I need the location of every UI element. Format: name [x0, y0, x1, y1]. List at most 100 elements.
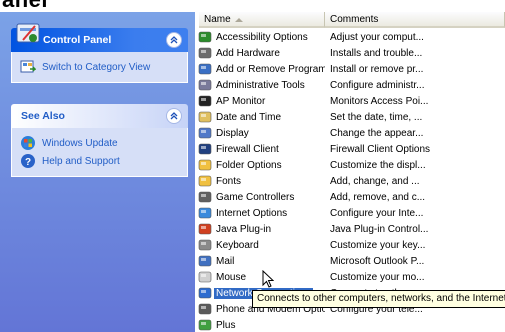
- list-item[interactable]: Mouse Customize your mo...: [195, 269, 505, 285]
- list-item[interactable]: Add Hardware Installs and trouble...: [195, 45, 505, 61]
- list-item[interactable]: Accessibility Options Adjust your comput.…: [195, 29, 505, 45]
- list-item-name: Java Plug-in: [216, 223, 272, 235]
- column-header-name[interactable]: Name: [199, 12, 325, 28]
- list-item-comment: Add, change, and ...: [330, 175, 420, 187]
- list-item-name: Fonts: [216, 175, 242, 187]
- list-item-name-cell: Administrative Tools: [195, 78, 325, 92]
- list-item-name: Internet Options: [216, 207, 288, 219]
- keyboard-icon: [198, 239, 212, 251]
- list-item[interactable]: Folder Options Customize the displ...: [195, 157, 505, 173]
- java-icon: [198, 223, 212, 235]
- help-and-support-link[interactable]: ? Help and Support: [20, 152, 179, 170]
- list-item-name: Keyboard: [216, 239, 259, 251]
- list-item-name-cell: Display: [195, 126, 325, 140]
- list-item[interactable]: Keyboard Customize your key...: [195, 237, 505, 253]
- collapse-button[interactable]: [166, 108, 182, 124]
- window-title-text: anel: [2, 0, 48, 12]
- list-item-name-cell: Accessibility Options: [195, 30, 325, 44]
- list-item-comment: Firewall Client Options: [330, 143, 431, 155]
- list-item-name-cell: Folder Options: [195, 158, 325, 172]
- list-item[interactable]: Display Change the appear...: [195, 125, 505, 141]
- clock-icon: [198, 111, 212, 123]
- list-header: Name Comments: [195, 12, 505, 28]
- admin-tools-icon: [198, 79, 212, 91]
- list-item-name: Display: [216, 127, 249, 139]
- network-icon: [198, 287, 212, 299]
- list-item-comment: Microsoft Outlook P...: [330, 255, 425, 267]
- see-also-box-body: Windows Update ? Help and Support: [11, 128, 188, 177]
- windows-update-link[interactable]: Windows Update: [20, 134, 179, 152]
- list-item-comment: Adjust your comput...: [330, 31, 424, 43]
- accessibility-icon: [198, 31, 212, 43]
- control-panel-box-header[interactable]: Control Panel: [11, 23, 188, 52]
- list-item[interactable]: Game Controllers Add, remove, and c...: [195, 189, 505, 205]
- list-item-name-cell: Add or Remove Programs: [195, 62, 325, 76]
- svg-text:?: ?: [25, 157, 31, 168]
- list-item[interactable]: Plus: [195, 317, 505, 332]
- list-item-name: Mail: [216, 255, 235, 267]
- control-panel-box-body: Switch to Category View: [11, 52, 188, 83]
- see-also-box-header[interactable]: See Also: [11, 104, 188, 128]
- list-item-comment: Add, remove, and c...: [330, 191, 426, 203]
- list-item[interactable]: Firewall Client Firewall Client Options: [195, 141, 505, 157]
- list-item-comment: Monitors Access Poi...: [330, 95, 429, 107]
- list-item-name-cell: Game Controllers: [195, 190, 325, 204]
- programs-icon: [198, 63, 212, 75]
- help-icon: ?: [21, 154, 35, 168]
- control-panel-list: Name Comments Accessibility Options Adjus…: [195, 12, 505, 332]
- list-item[interactable]: Internet Options Configure your Inte...: [195, 205, 505, 221]
- list-item-name: Game Controllers: [216, 191, 295, 203]
- list-item-name-cell: Fonts: [195, 174, 325, 188]
- list-item[interactable]: Administrative Tools Configure administr.…: [195, 77, 505, 93]
- list-item-name: Plus: [216, 319, 236, 331]
- list-item-name: AP Monitor: [216, 95, 266, 107]
- list-rows: Accessibility Options Adjust your comput.…: [195, 29, 505, 332]
- list-item-name: Folder Options: [216, 159, 282, 171]
- task-pane: Control Panel Switch to Category View Se: [0, 12, 195, 332]
- list-item[interactable]: Date and Time Set the date, time, ...: [195, 109, 505, 125]
- game-controller-icon: [198, 191, 212, 203]
- plus-icon: [198, 319, 212, 331]
- mail-icon: [198, 255, 212, 267]
- list-item-comment: Change the appear...: [330, 127, 424, 139]
- fonts-folder-icon: [198, 175, 212, 187]
- list-item-name-cell: Firewall Client: [195, 142, 325, 156]
- list-item-comment: Customize the displ...: [330, 159, 426, 171]
- see-also-title: See Also: [21, 110, 65, 122]
- see-also-box: See Also Windows Update ? Help and Suppo…: [11, 104, 188, 177]
- sort-ascending-icon: [235, 18, 243, 22]
- folder-icon: [198, 159, 212, 171]
- list-item-name-cell: Mouse: [195, 270, 325, 284]
- help-and-support-label: Help and Support: [42, 155, 120, 167]
- list-item-comment: Configure administr...: [330, 79, 425, 91]
- list-item-comment: Installs and trouble...: [330, 47, 423, 59]
- list-item-name: Mouse: [216, 271, 247, 283]
- column-header-comments[interactable]: Comments: [325, 12, 505, 28]
- list-item-name-cell: Add Hardware: [195, 46, 325, 60]
- list-item[interactable]: Fonts Add, change, and ...: [195, 173, 505, 189]
- list-item-comment: Customize your key...: [330, 239, 426, 251]
- switch-to-category-view-label: Switch to Category View: [42, 61, 151, 73]
- windows-update-label: Windows Update: [42, 137, 118, 149]
- switch-to-category-view-link[interactable]: Switch to Category View: [20, 58, 179, 76]
- windows-update-icon: [21, 136, 35, 150]
- list-item-comment: Install or remove pr...: [330, 63, 424, 75]
- list-item-name-cell: Java Plug-in: [195, 222, 325, 236]
- list-item[interactable]: Java Plug-in Java Plug-in Control...: [195, 221, 505, 237]
- list-item-name: Add Hardware: [216, 47, 280, 59]
- list-item-name-cell: Plus: [195, 318, 325, 332]
- list-item-name: Add or Remove Programs: [216, 63, 325, 75]
- internet-icon: [198, 207, 212, 219]
- list-item[interactable]: Mail Microsoft Outlook P...: [195, 253, 505, 269]
- control-panel-icon: [16, 23, 40, 43]
- list-item-name-cell: AP Monitor: [195, 94, 325, 108]
- column-header-name-label: Name: [204, 14, 231, 25]
- chevron-up-icon: [170, 36, 178, 44]
- firewall-icon: [198, 143, 212, 155]
- list-item[interactable]: Add or Remove Programs Install or remove …: [195, 61, 505, 77]
- window-title-fragment: anel: [0, 0, 195, 12]
- collapse-button[interactable]: [166, 32, 182, 48]
- list-item-comment: Configure your Inte...: [330, 207, 424, 219]
- list-item[interactable]: AP Monitor Monitors Access Poi...: [195, 93, 505, 109]
- display-icon: [198, 127, 212, 139]
